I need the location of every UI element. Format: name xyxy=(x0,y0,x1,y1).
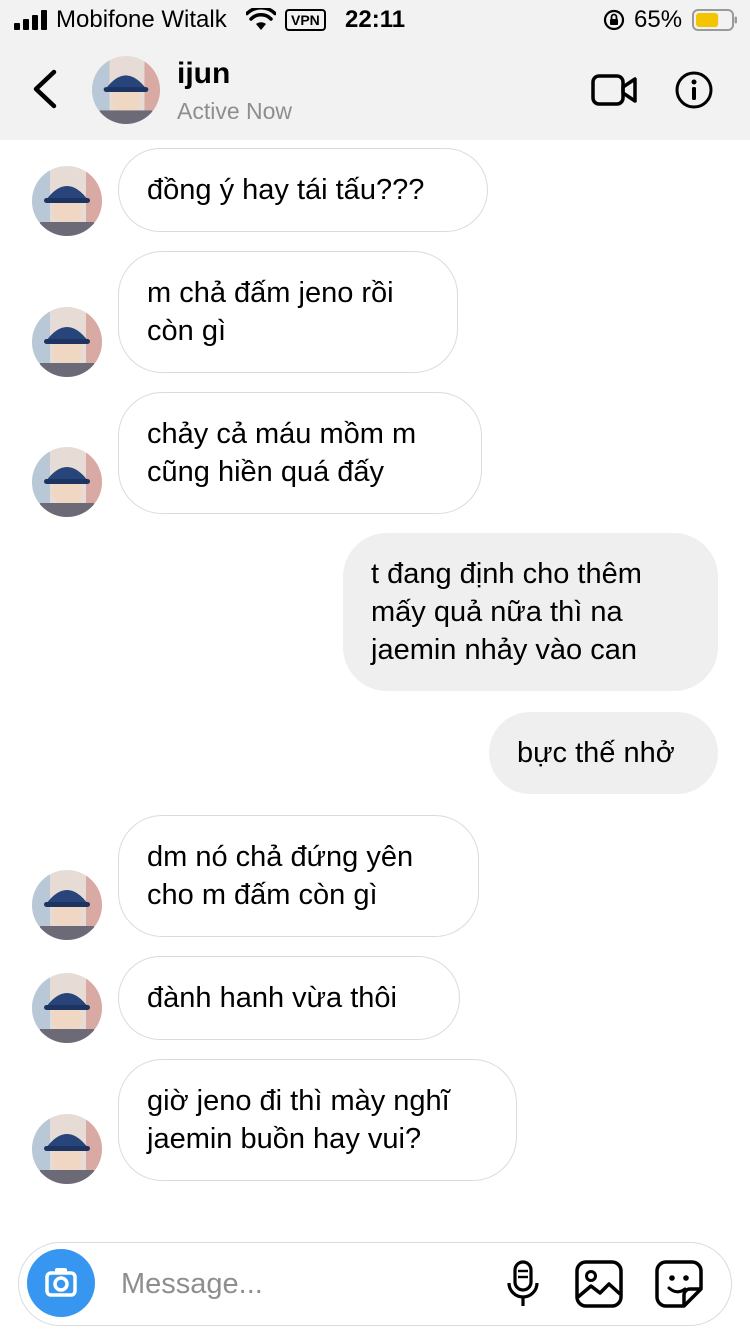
chat-header: ijun Active Now xyxy=(0,40,750,140)
sender-avatar[interactable] xyxy=(32,1114,102,1184)
battery-percent: 65% xyxy=(634,6,683,33)
camera-button[interactable] xyxy=(27,1249,95,1317)
contact-avatar[interactable] xyxy=(92,56,160,124)
vpn-badge: VPN xyxy=(285,9,326,31)
message-input[interactable] xyxy=(119,1261,483,1307)
info-icon[interactable] xyxy=(674,70,714,110)
sender-avatar[interactable] xyxy=(32,307,102,377)
rotation-lock-icon xyxy=(603,9,625,31)
message-bubble-incoming[interactable]: đành hanh vừa thôi xyxy=(118,956,460,1040)
message-bubble-outgoing[interactable]: bực thế nhở xyxy=(489,712,718,794)
carrier-name: Mobifone Witalk xyxy=(56,6,227,33)
message-bubble-incoming[interactable]: chảy cả máu mồm m cũng hiền quá đấy xyxy=(118,392,482,514)
message-bubble-incoming[interactable]: đồng ý hay tái tấu??? xyxy=(118,148,488,232)
active-status: Active Now xyxy=(177,98,293,124)
top-bar: Mobifone Witalk VPN 22:11 65% ijun Activ… xyxy=(0,0,750,140)
sender-avatar[interactable] xyxy=(32,973,102,1043)
status-bar: Mobifone Witalk VPN 22:11 65% xyxy=(0,0,750,40)
message-bubble-incoming[interactable]: m chả đấm jeno rồi còn gì xyxy=(118,251,458,373)
sender-avatar[interactable] xyxy=(32,870,102,940)
sender-avatar[interactable] xyxy=(32,447,102,517)
message-list[interactable]: đồng ý hay tái tấu??? m chả đấm jeno rồi… xyxy=(0,140,750,1230)
video-camera-icon[interactable] xyxy=(590,70,638,110)
avatar-photo xyxy=(92,56,160,124)
gallery-icon[interactable] xyxy=(574,1259,624,1309)
message-bubble-incoming[interactable]: giờ jeno đi thì mày nghĩ jaemin buồn hay… xyxy=(118,1059,517,1181)
wifi-icon xyxy=(246,8,276,30)
contact-name[interactable]: ijun xyxy=(177,56,230,92)
sender-avatar[interactable] xyxy=(32,166,102,236)
signal-icon xyxy=(14,10,47,30)
camera-icon xyxy=(45,1268,77,1297)
sticker-icon[interactable] xyxy=(654,1259,704,1309)
microphone-icon[interactable] xyxy=(503,1259,543,1309)
battery-fill xyxy=(696,13,719,27)
message-bubble-incoming[interactable]: dm nó chả đứng yên cho m đấm còn gì xyxy=(118,815,479,937)
back-chevron-icon[interactable] xyxy=(26,66,66,112)
message-composer xyxy=(18,1242,732,1326)
battery-icon xyxy=(692,9,737,31)
chat-screen: Mobifone Witalk VPN 22:11 65% ijun Activ… xyxy=(0,0,750,1334)
clock: 22:11 xyxy=(345,6,406,33)
message-bubble-outgoing[interactable]: t đang định cho thêm mấy quả nữa thì na … xyxy=(343,533,718,691)
